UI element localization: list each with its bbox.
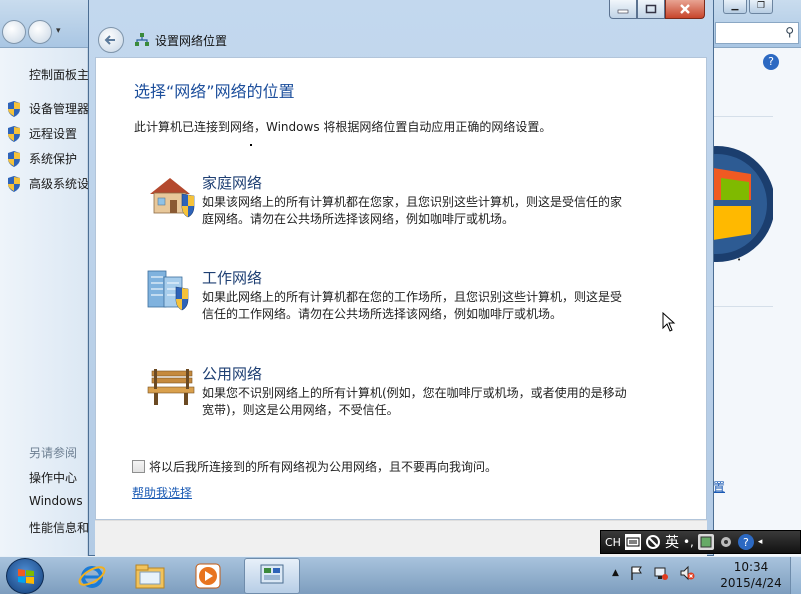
show-desktop-button[interactable] — [790, 557, 801, 594]
taskbar-ie-button[interactable] — [64, 558, 120, 594]
help-icon[interactable]: ? — [763, 54, 779, 70]
clock-time: 10:34 — [733, 560, 769, 574]
cp-recent-icon[interactable]: ▾ — [56, 26, 61, 36]
windows-start-icon — [18, 569, 34, 584]
see-also-title: 另请参阅 — [29, 446, 78, 460]
prohibit-icon — [645, 535, 660, 549]
dialog-title: 设置网络位置 — [155, 34, 228, 48]
taskbar-network-settings-button[interactable] — [244, 558, 300, 594]
set-network-location-dialog: 设置网络位置 选择“网络”网络的位置 此计算机已连接到网络，Windows 将根… — [88, 0, 714, 556]
home-network-description: 如果该网络上的所有计算机都在您家，且您识别这些计算机，则这是受信任的家庭网络。请… — [202, 195, 623, 226]
network-settings-icon — [260, 564, 284, 584]
sidebar-link[interactable]: 设备管理器 — [29, 100, 88, 117]
ime-mode[interactable]: 英 — [665, 532, 679, 552]
public-network-icon — [147, 369, 195, 405]
sidebar-link[interactable]: 远程设置 — [29, 125, 88, 142]
see-also-performance[interactable]: 性能信息和 — [29, 519, 89, 536]
cp-forward-button[interactable] — [28, 20, 52, 44]
windows-logo-icon — [713, 146, 773, 262]
maximize-button[interactable] — [637, 0, 665, 19]
ie-icon — [78, 566, 106, 588]
help-me-choose-link[interactable]: 帮助我选择 — [132, 484, 192, 501]
dialog-content: 选择“网络”网络的位置 此计算机已连接到网络，Windows 将根据网络位置自动… — [95, 57, 707, 520]
ime-pad-icon — [700, 536, 712, 548]
cp-search-input[interactable]: ⚲ — [715, 22, 799, 44]
home-network-icon — [150, 178, 195, 218]
option-work-network[interactable]: 工作网络 如果此网络上的所有计算机都在您的工作场所，且您识别这些计算机，则这是受… — [146, 267, 626, 329]
cp-right-link[interactable]: 置 — [713, 478, 725, 495]
uac-shield-icon — [8, 176, 20, 192]
control-panel-right-pane: ▁ ❐ ⚲ ? • 置 — [713, 0, 801, 556]
network-icon — [135, 33, 149, 46]
cp-minimize-button[interactable]: ▁ — [723, 0, 747, 14]
divider — [713, 116, 773, 117]
public-network-description: 如果您不识别网络上的所有计算机(例如，您在咖啡厅或机场，或者使用的是移动宽带)，… — [202, 386, 627, 417]
logo-dot: • — [737, 256, 742, 264]
lang-code[interactable]: CH — [605, 536, 621, 549]
back-button[interactable] — [98, 27, 124, 53]
network-tray-icon[interactable] — [653, 565, 669, 581]
media-player-icon — [195, 563, 221, 589]
keyboard-layout-icon[interactable] — [624, 534, 641, 550]
treat-all-public-row[interactable]: 将以后我所连接到的所有网络视为公用网络，且不要再向我询问。 — [132, 458, 497, 475]
intro-text: 此计算机已连接到网络，Windows 将根据网络位置自动应用正确的网络设置。 — [134, 120, 552, 134]
cp-restore-button[interactable]: ❐ — [749, 0, 773, 14]
see-also-windows[interactable]: Windows — [29, 494, 83, 508]
minimize-icon — [617, 9, 629, 14]
volume-muted-icon[interactable] — [679, 565, 695, 581]
control-panel-sidebar: 控制面板主设备管理器远程设置系统保护高级系统设 另请参阅 操作中心 Window… — [0, 48, 89, 556]
work-network-icon — [147, 270, 189, 311]
page-heading: 选择“网络”网络的位置 — [134, 82, 295, 101]
uac-shield-icon — [8, 151, 20, 167]
tray-clock[interactable]: 10:34 2015/4/24 — [712, 559, 790, 591]
sidebar-link[interactable]: 系统保护 — [29, 150, 88, 167]
explorer-icon — [135, 564, 165, 589]
ime-settings-icon[interactable] — [718, 534, 734, 550]
disable-ime-icon[interactable] — [645, 534, 661, 550]
work-network-description: 如果此网络上的所有计算机都在您的工作场所，且您识别这些计算机，则这是受信任的工作… — [202, 290, 623, 321]
cp-back-button[interactable] — [2, 20, 26, 44]
sidebar-link[interactable]: 高级系统设 — [29, 175, 88, 192]
public-network-title[interactable]: 公用网络 — [202, 363, 262, 384]
clock-date: 2015/4/24 — [720, 576, 782, 590]
language-bar: CH 英 •, ? ◂ — [600, 530, 801, 554]
punctuation-toggle[interactable]: •, — [683, 535, 694, 549]
search-icon: ⚲ — [785, 25, 794, 39]
system-tray: ▲ — [612, 565, 695, 581]
taskbar-media-player-button[interactable] — [180, 558, 236, 594]
home-network-title[interactable]: 家庭网络 — [202, 172, 262, 193]
taskbar: ▲ 10:34 2015/4/24 — [0, 556, 801, 594]
back-arrow-icon — [104, 35, 115, 45]
show-hidden-icons-icon[interactable]: ▲ — [612, 568, 619, 578]
keyboard-icon — [626, 537, 640, 547]
taskbar-explorer-button[interactable] — [122, 558, 178, 594]
start-button[interactable] — [6, 558, 44, 594]
divider — [713, 306, 773, 307]
close-button[interactable] — [665, 0, 705, 19]
uac-shield-icon — [8, 126, 20, 142]
see-also-action-center[interactable]: 操作中心 — [29, 469, 77, 486]
control-panel-right-titlebar: ▁ ❐ ⚲ — [713, 0, 801, 48]
tools-icon — [720, 537, 731, 547]
uac-shield-icon — [8, 101, 20, 117]
langbar-menu-icon[interactable]: ◂ — [758, 537, 763, 547]
treat-all-public-label[interactable]: 将以后我所连接到的所有网络视为公用网络，且不要再向我询问。 — [149, 458, 497, 475]
ime-help-icon[interactable]: ? — [737, 534, 754, 550]
dialog-window-controls — [609, 0, 705, 20]
option-home-network[interactable]: 家庭网络 如果该网络上的所有计算机都在您家，且您识别这些计算机，则这是受信任的家… — [146, 172, 626, 234]
close-icon — [680, 4, 690, 14]
mouse-cursor-icon — [662, 312, 676, 332]
minimize-button[interactable] — [609, 0, 637, 19]
stray-dot — [250, 144, 252, 146]
treat-all-public-checkbox[interactable] — [132, 460, 145, 473]
option-public-network[interactable]: 公用网络 如果您不识别网络上的所有计算机(例如，您在咖啡厅或机场，或者使用的是移… — [146, 363, 627, 425]
soft-keyboard-icon[interactable] — [697, 534, 714, 550]
maximize-icon — [645, 4, 657, 14]
sidebar-link[interactable]: 控制面板主 — [29, 66, 88, 83]
action-center-flag-icon[interactable] — [629, 565, 643, 581]
work-network-title[interactable]: 工作网络 — [202, 267, 262, 288]
